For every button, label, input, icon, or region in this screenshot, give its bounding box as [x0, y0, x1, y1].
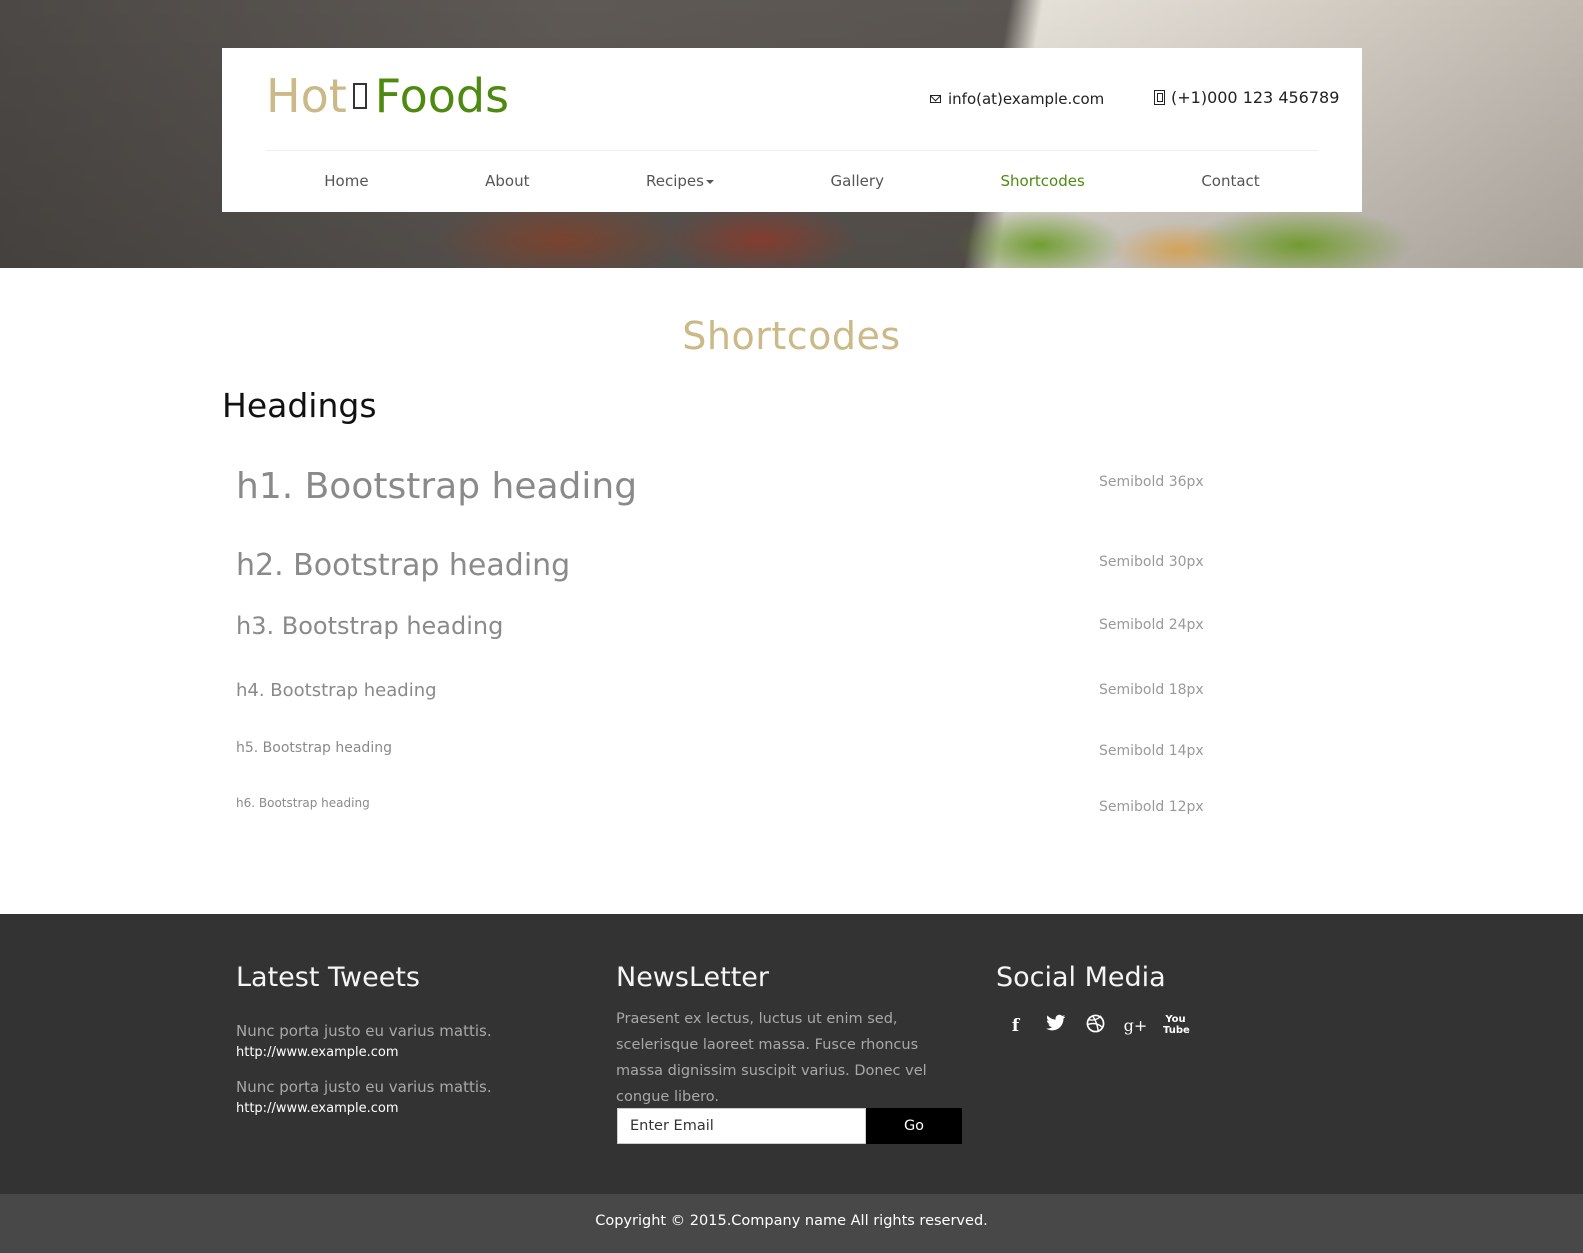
- heading-sample: h5. Bootstrap heading: [236, 740, 392, 756]
- chevron-down-icon: [705, 179, 714, 184]
- social-title: Social Media: [996, 962, 1166, 993]
- nav-shortcodes[interactable]: Shortcodes: [1001, 172, 1085, 190]
- nav-contact[interactable]: Contact: [1201, 172, 1259, 190]
- contact-phone: (+1)000 123 456789: [1154, 88, 1339, 107]
- youtube-icon[interactable]: You Tube: [1163, 1014, 1190, 1038]
- nav-home[interactable]: Home: [324, 172, 368, 190]
- header: Hot Foods info(at)example.com (+1)000 123…: [222, 48, 1362, 212]
- heading-spec: Semibold 14px: [1099, 743, 1204, 759]
- section-title: Headings: [222, 386, 377, 425]
- heading-spec: Semibold 30px: [1099, 554, 1204, 570]
- footer: Latest Tweets Nunc porta justo eu varius…: [0, 914, 1583, 1194]
- logo-separator-icon: [352, 82, 367, 109]
- heading-spec: Semibold 36px: [1099, 474, 1204, 490]
- email-text: info(at)example.com: [948, 90, 1105, 108]
- nav-about[interactable]: About: [485, 172, 529, 190]
- header-divider: [266, 150, 1318, 151]
- copyright-bar: Copyright © 2015.Company name All rights…: [0, 1194, 1583, 1253]
- heading-spec: Semibold 18px: [1099, 682, 1204, 698]
- email-field[interactable]: [617, 1108, 866, 1144]
- contact-email: info(at)example.com: [930, 90, 1104, 108]
- twitter-icon[interactable]: [1043, 1014, 1068, 1038]
- logo-hot: Hot: [266, 69, 347, 123]
- logo-foods: Foods: [374, 69, 510, 123]
- heading-spec: Semibold 12px: [1099, 799, 1204, 815]
- heading-sample: h4. Bootstrap heading: [236, 680, 437, 701]
- facebook-icon[interactable]: f: [1003, 1014, 1028, 1038]
- heading-spec: Semibold 24px: [1099, 617, 1204, 633]
- page-title: Shortcodes: [682, 314, 901, 358]
- heading-sample: h6. Bootstrap heading: [236, 796, 370, 810]
- main-nav: Home About Recipes Gallery Shortcodes Co…: [266, 164, 1318, 198]
- tweet-link[interactable]: http://www.example.com: [236, 1101, 399, 1116]
- social-icons: f g+ You Tube: [1003, 1014, 1190, 1038]
- nav-recipes[interactable]: Recipes: [646, 172, 714, 190]
- tweets-title: Latest Tweets: [236, 962, 421, 993]
- newsletter-title: NewsLetter: [616, 962, 770, 993]
- tweet-link[interactable]: http://www.example.com: [236, 1045, 399, 1060]
- heading-sample: h2. Bootstrap heading: [236, 548, 571, 583]
- go-button[interactable]: Go: [866, 1108, 962, 1144]
- copyright-text: Copyright © 2015.Company name All rights…: [595, 1213, 988, 1229]
- tweet-text: Nunc porta justo eu varius mattis.: [236, 1078, 492, 1096]
- mail-icon: [930, 95, 941, 103]
- phone-text: (+1)000 123 456789: [1171, 88, 1340, 107]
- phone-icon: [1154, 90, 1165, 105]
- nav-recipes-label: Recipes: [646, 172, 704, 190]
- google-plus-icon[interactable]: g+: [1123, 1014, 1148, 1038]
- nav-gallery[interactable]: Gallery: [831, 172, 884, 190]
- tweet-text: Nunc porta justo eu varius mattis.: [236, 1022, 492, 1040]
- newsletter-text: Praesent ex lectus, luctus ut enim sed, …: [616, 1011, 927, 1105]
- heading-sample: h1. Bootstrap heading: [236, 466, 638, 507]
- logo[interactable]: Hot Foods: [266, 66, 509, 126]
- dribbble-icon[interactable]: [1083, 1014, 1108, 1038]
- heading-sample: h3. Bootstrap heading: [236, 612, 504, 640]
